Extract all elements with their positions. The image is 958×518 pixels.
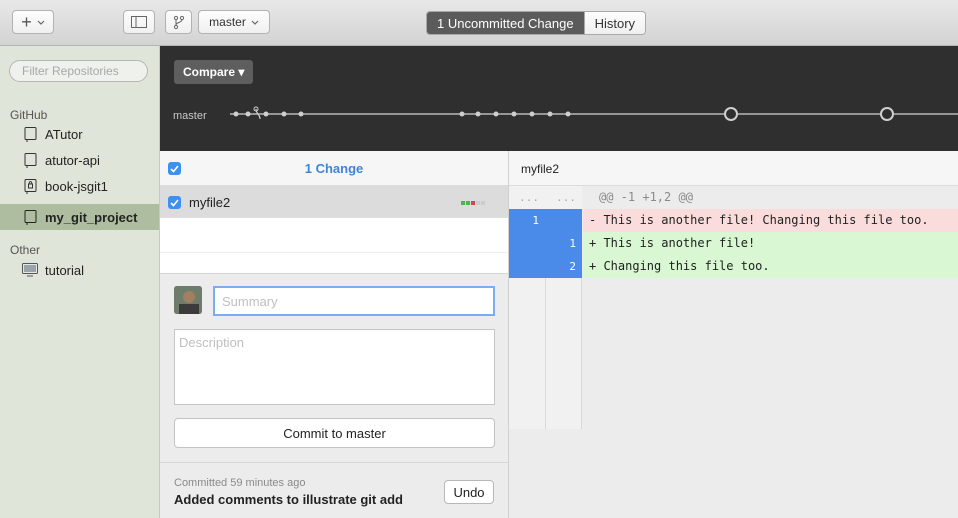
sidebar-item-my-git-project[interactable]: my_git_project [0, 204, 159, 230]
timeline-graph[interactable] [160, 46, 958, 151]
sidebar-icon [131, 16, 147, 28]
group-label-github: GitHub [10, 108, 48, 122]
diff-line-text: + Changing this file too. [583, 255, 958, 278]
sidebar-item-label: tutorial [45, 262, 85, 278]
plus-icon: + [21, 11, 32, 32]
filter-repositories-input[interactable]: Filter Repositories [9, 60, 148, 82]
changes-count-title: 1 Change [304, 161, 364, 176]
new-line-number: ... [545, 186, 582, 209]
file-name: myfile2 [189, 195, 231, 210]
commit-button[interactable]: Commit to master [174, 418, 495, 448]
branch-name: master [209, 15, 246, 29]
avatar [174, 286, 202, 314]
file-checkbox[interactable] [168, 196, 181, 209]
branch-selector[interactable]: master [198, 10, 270, 34]
commit-panel: Summary Description Commit to master Com… [160, 273, 509, 518]
add-repository-button[interactable]: + [12, 10, 54, 34]
diff-view: myfile2 ... ... @@ -1 +1,2 @@ 1 - This i… [509, 151, 958, 518]
hunk-text: @@ -1 +1,2 @@ [599, 190, 693, 204]
repository-icon [22, 152, 38, 168]
old-line-number: ... [509, 186, 545, 209]
sidebar-item-tutorial[interactable]: tutorial [0, 257, 159, 283]
list-item[interactable]: myfile2 [160, 186, 508, 218]
sidebar-item-atutor[interactable]: ATutor [0, 121, 159, 147]
old-line-number [509, 255, 545, 278]
tab-uncommitted-changes[interactable]: 1 Uncommitted Change [427, 12, 584, 34]
commit-timeline: Compare ▾ master [160, 46, 958, 151]
diff-header: myfile2 [509, 151, 958, 186]
tab-history[interactable]: History [583, 12, 646, 34]
chevron-down-icon [37, 20, 45, 25]
new-line-number: 2 [545, 255, 582, 278]
diff-line-deletion[interactable]: 1 - This is another file! Changing this … [509, 209, 958, 232]
sidebar-item-label: my_git_project [45, 209, 138, 225]
sidebar-item-label: atutor-api [45, 152, 100, 168]
chevron-down-icon [251, 20, 259, 25]
last-commit: Committed 59 minutes ago Added comments … [160, 462, 508, 518]
branch-icon [173, 15, 185, 30]
diff-line-text: + This is another file! [583, 232, 958, 255]
changes-header: 1 Change [160, 151, 508, 186]
private-repository-icon [22, 178, 38, 194]
change-stats-icon [461, 201, 485, 205]
old-line-number [509, 232, 545, 255]
diff-file-name: myfile2 [521, 162, 560, 176]
last-commit-time: Committed 59 minutes ago [174, 477, 306, 489]
sidebar-item-book-jsgit1[interactable]: book-jsgit1 [0, 173, 159, 199]
sidebar-item-atutor-api[interactable]: atutor-api [0, 147, 159, 173]
old-line-number: 1 [509, 209, 545, 232]
toolbar: + master 1 Uncommitted Change History [0, 0, 958, 46]
diff-hunk-header: ... ... @@ -1 +1,2 @@ [509, 186, 958, 209]
toggle-sidebar-button[interactable] [123, 10, 155, 34]
checkmark-icon [170, 198, 179, 207]
create-branch-button[interactable] [165, 10, 192, 34]
repository-icon [22, 209, 38, 225]
new-line-number [545, 209, 582, 232]
diff-line-addition[interactable]: 1 + This is another file! [509, 232, 958, 255]
sidebar: Filter Repositories GitHub ATutor atutor… [0, 46, 160, 518]
sidebar-item-label: book-jsgit1 [45, 178, 108, 194]
summary-input[interactable]: Summary [213, 286, 495, 316]
list-divider [160, 252, 508, 253]
local-computer-icon [22, 262, 38, 278]
view-switcher: 1 Uncommitted Change History [426, 11, 647, 35]
changes-list: 1 Change myfile2 [160, 151, 509, 273]
sidebar-item-label: ATutor [45, 126, 83, 142]
description-input[interactable]: Description [174, 329, 495, 405]
diff-line-addition[interactable]: 2 + Changing this file too. [509, 255, 958, 278]
group-label-other: Other [10, 243, 41, 257]
repository-icon [22, 126, 38, 142]
last-commit-message: Added comments to illustrate git add [174, 492, 403, 507]
undo-button[interactable]: Undo [444, 480, 494, 504]
new-line-number: 1 [545, 232, 582, 255]
diff-line-text: - This is another file! Changing this fi… [583, 209, 958, 232]
